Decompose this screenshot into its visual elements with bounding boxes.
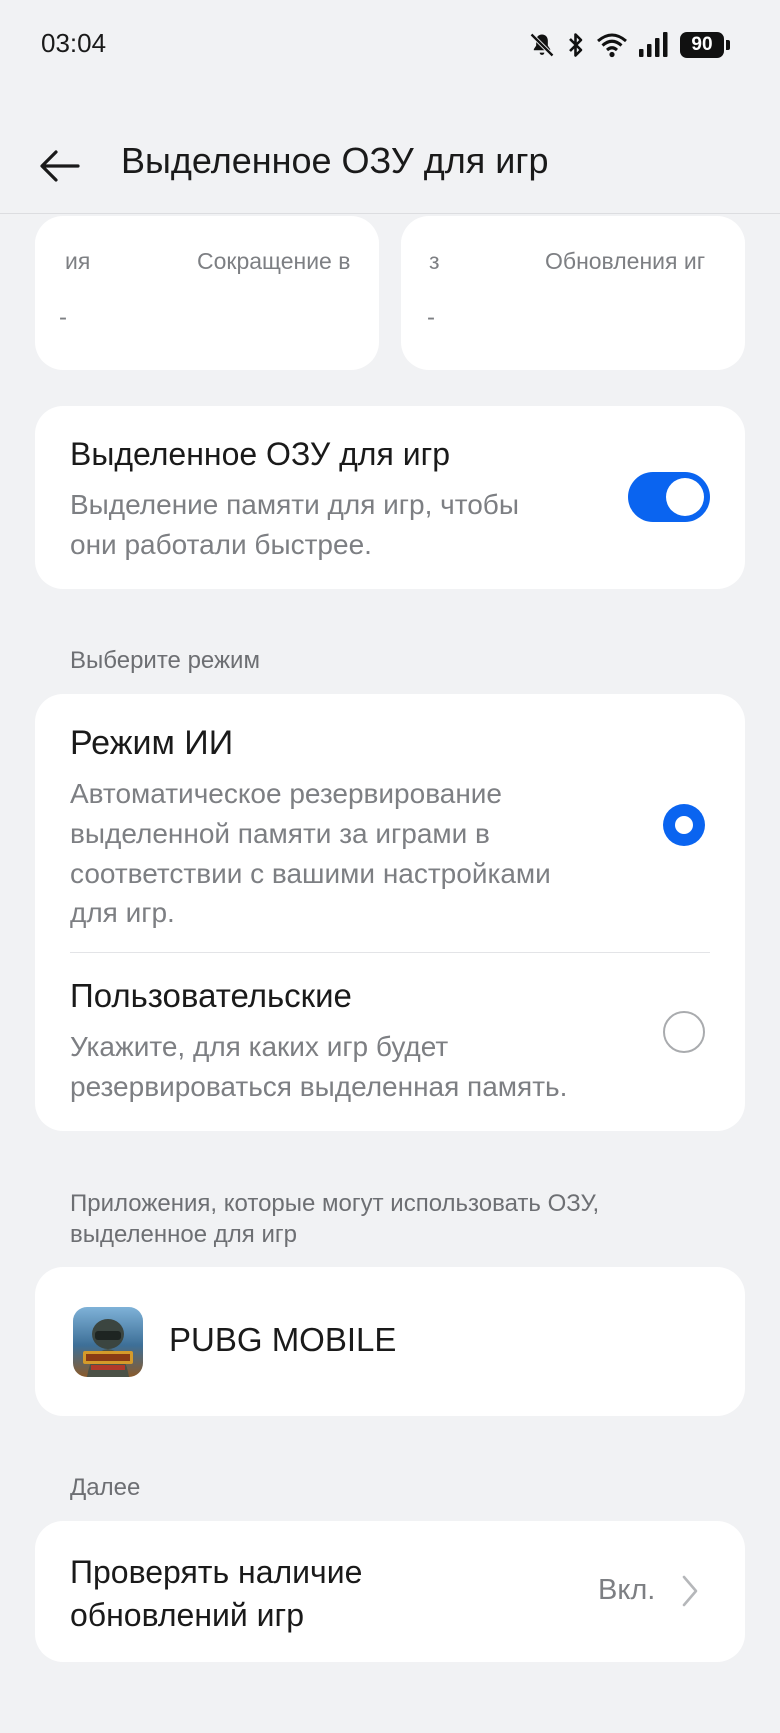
check-updates-row[interactable]: Проверять наличие обновлений игр Вкл. — [35, 1521, 745, 1662]
check-updates-title-line2: обновлений игр — [70, 1597, 304, 1633]
dedicated-ram-subtitle-line1: Выделение памяти для игр, чтобы — [70, 489, 519, 520]
app-bar: Выделенное ОЗУ для игр — [0, 118, 780, 214]
section-label-apps-line1: Приложения, которые могут использовать О… — [70, 1190, 600, 1217]
section-label-apps-line2: выделенное для игр — [70, 1221, 297, 1248]
page-title: Выделенное ОЗУ для игр — [121, 140, 549, 181]
switch-knob — [666, 478, 704, 516]
stat-card-label: Сокращение в — [197, 248, 351, 274]
check-updates-title-line1: Проверять наличие — [70, 1554, 363, 1590]
radio-custom-mode[interactable] — [663, 1011, 705, 1053]
pubg-mobile-icon — [73, 1307, 143, 1377]
battery-level: 90 — [680, 32, 724, 58]
mode-option-ai[interactable]: Режим ИИ Автоматическое резервирование в… — [35, 694, 745, 952]
wifi-icon — [597, 33, 627, 58]
status-bar: 03:04 90 — [0, 0, 780, 92]
signal-icon — [639, 32, 668, 57]
mode-option-title: Режим ИИ — [70, 724, 234, 762]
mode-option-line: Укажите, для каких игр будет — [70, 1031, 449, 1062]
chevron-right-icon — [682, 1575, 698, 1607]
stat-card-value: - — [427, 304, 435, 331]
back-button[interactable] — [30, 136, 90, 196]
stat-card-value: - — [59, 304, 67, 331]
mode-option-line: резервироваться выделенная память. — [70, 1071, 568, 1102]
app-list-item[interactable]: PUBG MOBILE — [35, 1267, 745, 1416]
bell-off-icon — [530, 33, 554, 57]
back-arrow-icon — [40, 150, 80, 182]
mode-option-line: для игр. — [70, 897, 175, 928]
stat-card: з Обновления иг - — [401, 216, 745, 370]
mode-option-title: Пользовательские — [70, 977, 352, 1014]
stat-card: ия Сокращение в - — [35, 216, 379, 370]
mode-option-custom[interactable]: Пользовательские Укажите, для каких игр … — [35, 953, 745, 1131]
mode-option-line: соответствии с вашими настройками — [70, 858, 551, 889]
check-updates-value: Вкл. — [598, 1574, 656, 1606]
radio-ai-mode[interactable] — [663, 804, 705, 846]
dedicated-ram-subtitle-line2: они работали быстрее. — [70, 529, 372, 560]
stat-card-label: ия — [65, 248, 91, 274]
dedicated-ram-toggle-row[interactable]: Выделенное ОЗУ для игр Выделение памяти … — [35, 406, 745, 589]
dedicated-ram-title: Выделенное ОЗУ для игр — [70, 436, 451, 472]
stat-card-label: Обновления иг — [545, 248, 706, 274]
mode-option-line: выделенной памяти за играми в — [70, 818, 490, 849]
mode-option-line: Автоматическое резервирование — [70, 778, 503, 809]
mode-card: Режим ИИ Автоматическое резервирование в… — [35, 694, 745, 1131]
app-name: PUBG MOBILE — [169, 1321, 397, 1358]
dedicated-ram-switch[interactable] — [628, 472, 710, 522]
battery-icon: 90 — [680, 32, 730, 58]
status-time: 03:04 — [41, 28, 107, 58]
bluetooth-icon — [569, 33, 583, 57]
section-label-more: Далее — [70, 1474, 141, 1501]
section-label-mode: Выберите режим — [70, 647, 260, 674]
status-icons: 90 — [528, 28, 730, 62]
